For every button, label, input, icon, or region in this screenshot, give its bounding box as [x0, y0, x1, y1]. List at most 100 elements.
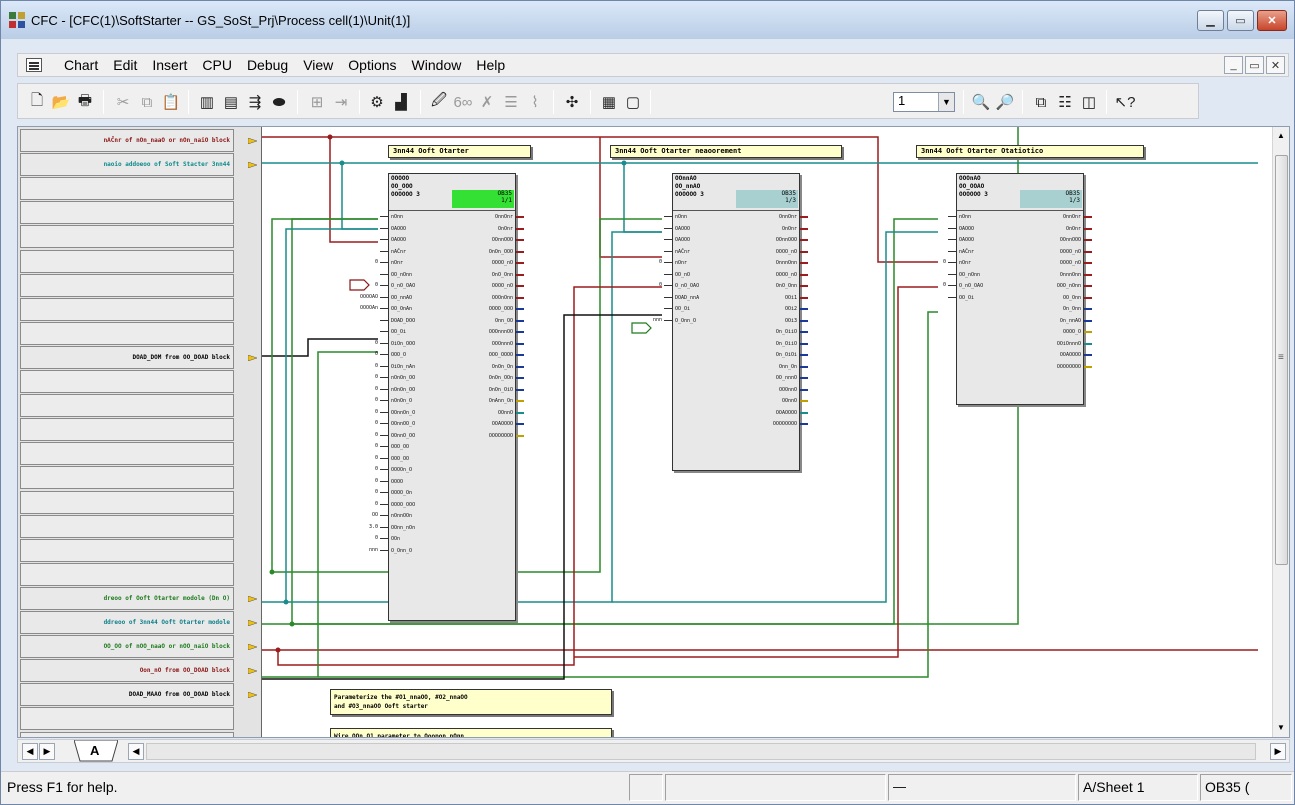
- doc-minimize-button[interactable]: _: [1224, 56, 1243, 74]
- block-input-pin[interactable]: nAČnr: [959, 249, 974, 255]
- input-parameter-value[interactable]: 0: [340, 282, 378, 288]
- input-parameter-value[interactable]: nnn: [340, 547, 378, 553]
- run-sequence-icon[interactable]: ⇶: [244, 91, 266, 113]
- input-parameter-value[interactable]: 0: [908, 259, 946, 265]
- block-catalog-icon[interactable]: ▥: [196, 91, 218, 113]
- block-output-pin[interactable]: On_OiiO: [776, 329, 797, 335]
- chart-icon[interactable]: ▤: [220, 91, 242, 113]
- block-output-pin[interactable]: OnO_Onn: [492, 272, 513, 278]
- block-title-comment[interactable]: 3nn44 Ooft Otarter neaoorement: [610, 145, 842, 158]
- help-icon[interactable]: ↖?: [1114, 91, 1136, 113]
- block-input-pin[interactable]: OOOOn_O: [391, 467, 412, 473]
- block-input-pin[interactable]: OOn: [391, 536, 400, 542]
- block-output-pin[interactable]: OOAOOOO: [492, 421, 513, 427]
- block-output-pin[interactable]: On_Onn: [1063, 306, 1081, 312]
- sheet-view-icon[interactable]: ▦: [598, 91, 620, 113]
- block-output-pin[interactable]: OnO_Onn: [776, 283, 797, 289]
- chevron-down-icon[interactable]: ▼: [938, 93, 954, 111]
- block-title-comment[interactable]: 3nn44 Ooft Otarter: [388, 145, 531, 158]
- block-output-pin[interactable]: OOOnnnO: [492, 341, 513, 347]
- block-input-pin[interactable]: OAOOO: [391, 226, 406, 232]
- block-input-pin[interactable]: nOnnOOn: [391, 513, 412, 519]
- block-output-pin[interactable]: OnnnOnn: [776, 260, 797, 266]
- input-parameter-value[interactable]: 0: [340, 351, 378, 357]
- close-button[interactable]: ✕: [1257, 10, 1287, 31]
- block-input-pin[interactable]: nOnn: [675, 214, 687, 220]
- block-output-pin[interactable]: OnOn_OOO: [489, 249, 513, 255]
- block-input-pin[interactable]: OOO_O: [391, 352, 406, 358]
- scroll-thumb[interactable]: [1275, 155, 1288, 565]
- function-block[interactable]: OOOnAO OO_OOAO OOOOOO 3 OB35 1/3 nOnn OAOOO…: [956, 173, 1084, 405]
- hscroll-left-icon[interactable]: ◀: [128, 743, 144, 760]
- input-parameter-value[interactable]: 0: [340, 386, 378, 392]
- cascade-icon[interactable]: ⧉: [1030, 91, 1052, 113]
- block-input-pin[interactable]: nOnn: [959, 214, 971, 220]
- block-output-pin[interactable]: OO_nnnO: [776, 375, 797, 381]
- input-parameter-value[interactable]: 0: [340, 340, 378, 346]
- tab-a-label[interactable]: A: [90, 743, 99, 758]
- new-icon[interactable]: 🗋: [26, 91, 48, 113]
- block-output-pin[interactable]: OOOO_nO: [1060, 249, 1081, 255]
- block-output-pin[interactable]: On_nnAO: [1060, 318, 1081, 324]
- horizontal-scrollbar[interactable]: [146, 743, 1256, 760]
- trend-icon[interactable]: ⌇: [524, 91, 546, 113]
- block-output-pin[interactable]: OOnnOOO: [776, 237, 797, 243]
- sheet-number-select[interactable]: 1 ▼: [893, 92, 955, 112]
- compile-icon[interactable]: ⚙: [366, 91, 388, 113]
- hscroll-right-icon[interactable]: ▶: [1270, 743, 1286, 760]
- block-input-pin[interactable]: OAOOO: [959, 237, 974, 243]
- insert-block-icon[interactable]: ⊞: [306, 91, 328, 113]
- block-input-pin[interactable]: nOnn: [391, 214, 403, 220]
- input-parameter-value[interactable]: OOOOAn: [340, 305, 378, 311]
- block-input-pin[interactable]: nOnOn_OO: [391, 387, 415, 393]
- input-parameter-value[interactable]: 0: [340, 455, 378, 461]
- block-input-pin[interactable]: OAOOO: [391, 237, 406, 243]
- block-input-pin[interactable]: O_nO_OAO: [391, 283, 415, 289]
- tab-next-icon[interactable]: ▶: [39, 743, 55, 760]
- block-output-pin[interactable]: Onn_On: [779, 364, 797, 370]
- open-icon[interactable]: 📂: [50, 91, 72, 113]
- function-block[interactable]: OOOOO OO_OOO OOOOOO 3 OB35 1/1 nOnn OAOOO OA…: [388, 173, 516, 621]
- block-input-pin[interactable]: OOOO_On: [391, 490, 412, 496]
- block-input-pin[interactable]: OAOOO: [959, 226, 974, 232]
- block-output-pin[interactable]: OnOn_OiO: [489, 387, 513, 393]
- block-output-pin[interactable]: OOOO_nO: [492, 283, 513, 289]
- interconnection-wire[interactable]: [329, 137, 378, 243]
- block-output-pin[interactable]: OOOO_nO: [776, 272, 797, 278]
- overview-icon[interactable]: ▢: [622, 91, 644, 113]
- block-output-pin[interactable]: On_OiOi: [776, 352, 797, 358]
- block-output-pin[interactable]: OOAOOOO: [776, 410, 797, 416]
- input-parameter-value[interactable]: 0: [340, 432, 378, 438]
- block-output-pin[interactable]: OOOOOOOO: [1057, 364, 1081, 370]
- block-output-pin[interactable]: OnOn_On: [492, 364, 513, 370]
- block-output-pin[interactable]: OOi3: [785, 318, 797, 324]
- block-output-pin[interactable]: OOiOnnnO: [1057, 341, 1081, 347]
- block-output-pin[interactable]: OnOn_OOn: [489, 375, 513, 381]
- input-parameter-value[interactable]: 0: [340, 420, 378, 426]
- chart-comment[interactable]: Wire OOn_O1 parameter to Ooopon nOnn: [330, 728, 612, 737]
- block-output-pin[interactable]: OOi1: [785, 295, 797, 301]
- block-input-pin[interactable]: nOnr: [675, 260, 687, 266]
- block-output-pin[interactable]: OOOO_O: [1063, 329, 1081, 335]
- menu-options[interactable]: Options: [348, 57, 396, 73]
- block-input-pin[interactable]: DOAD_DOO: [391, 318, 415, 324]
- block-input-pin[interactable]: OAOOO: [675, 226, 690, 232]
- block-output-pin[interactable]: OnnOnr: [779, 214, 797, 220]
- tab-prev-icon[interactable]: ◀: [22, 743, 38, 760]
- block-output-pin[interactable]: OnnOnr: [1063, 214, 1081, 220]
- block-input-pin[interactable]: OOO_OO: [391, 456, 409, 462]
- copy-icon[interactable]: ⧉: [136, 91, 158, 113]
- menu-cpu[interactable]: CPU: [202, 57, 232, 73]
- input-parameter-value[interactable]: 0: [340, 466, 378, 472]
- scroll-up-icon[interactable]: ▲: [1277, 131, 1285, 140]
- interconnection-wire[interactable]: [623, 163, 662, 233]
- input-parameter-value[interactable]: 0: [624, 259, 662, 265]
- block-input-pin[interactable]: OOnnOO_O: [391, 421, 415, 427]
- block-output-pin[interactable]: OOnnOOO: [1060, 237, 1081, 243]
- zoom-out-icon[interactable]: 🔎: [994, 91, 1016, 113]
- block-input-pin[interactable]: OO_nnAO: [391, 295, 412, 301]
- block-input-pin[interactable]: nOnr: [959, 260, 971, 266]
- print-icon[interactable]: 🖶: [74, 91, 96, 113]
- input-parameter-value[interactable]: 0: [340, 374, 378, 380]
- block-input-pin[interactable]: OOOO_OOO: [391, 502, 415, 508]
